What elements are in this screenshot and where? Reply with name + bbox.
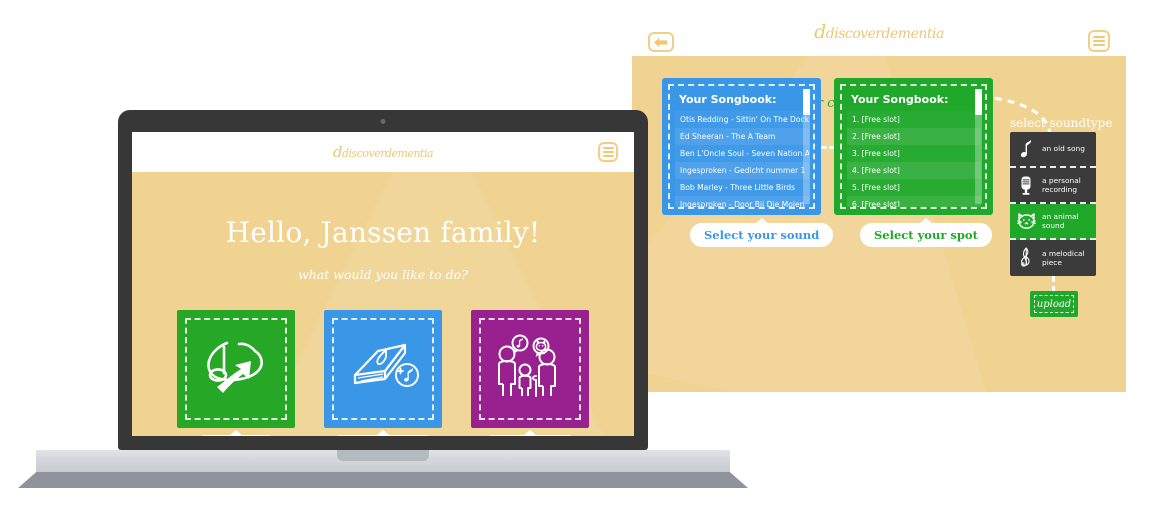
soundtype-option-animal-sound[interactable]: an animal sound xyxy=(1010,204,1096,240)
list-item[interactable]: 6. [Free slot] xyxy=(847,196,981,207)
soundtype-option-label: an animal sound xyxy=(1042,211,1079,230)
cat-face-icon xyxy=(1016,213,1036,229)
card-discover-tile[interactable] xyxy=(471,310,589,428)
spot-panel-title: Your Songbook: xyxy=(851,93,949,106)
select-your-spot-button[interactable]: Select your spot xyxy=(860,223,992,247)
tablet-header: ddiscoverdementia xyxy=(632,8,1126,56)
tablet-logo: ddiscoverdementia xyxy=(814,21,944,43)
card-upload-tile[interactable] xyxy=(177,310,295,428)
soundtype-option-label: a melodical piece xyxy=(1042,248,1085,267)
scene: ddiscoverdementia Uploadto your cushion … xyxy=(0,0,1170,512)
card-discover[interactable]: discover the discoverdementia community xyxy=(471,310,589,436)
upload-button-label: upload xyxy=(1034,295,1074,313)
microphone-icon xyxy=(1016,176,1036,195)
action-cards: upload sounds to your cushion xyxy=(132,310,634,436)
laptop-content: Hello, Janssen family! what would you li… xyxy=(132,172,634,436)
laptop-lid: ddiscoverdementia Hello, Janssen family!… xyxy=(118,110,648,450)
list-item[interactable]: 4. [Free slot] xyxy=(847,162,981,179)
family-community-icon xyxy=(490,334,570,405)
spot-panel-scrollbar[interactable] xyxy=(975,89,982,204)
hamburger-icon[interactable] xyxy=(1088,30,1110,52)
card-songbook-label[interactable]: songbook xyxy=(331,435,435,436)
card-upload[interactable]: upload sounds to your cushion xyxy=(177,310,295,436)
laptop-trackpad-notch xyxy=(337,450,429,461)
scrollbar-thumb[interactable] xyxy=(975,89,982,115)
laptop-screen: ddiscoverdementia Hello, Janssen family!… xyxy=(132,132,634,436)
card-songbook[interactable]: songbook view or expand your collection xyxy=(324,310,442,436)
sound-panel-title: Your Songbook: xyxy=(679,93,777,106)
soundtype-option-label: an old song xyxy=(1042,144,1085,154)
page-title: Hello, Janssen family! xyxy=(225,216,541,249)
list-item[interactable]: 1. [Free slot] xyxy=(847,111,981,128)
spot-selection-panel[interactable]: Your Songbook: 1. [Free slot] 2. [Free s… xyxy=(834,78,993,215)
music-note-upload-icon xyxy=(199,339,273,400)
list-item[interactable]: 3. [Free slot] xyxy=(847,145,981,162)
music-note-icon xyxy=(1016,140,1036,158)
list-item[interactable]: 2. [Free slot] xyxy=(847,128,981,145)
connector-sound-to-spot xyxy=(821,146,835,149)
scrollbar-thumb[interactable] xyxy=(803,89,810,115)
laptop-header: ddiscoverdementia xyxy=(132,132,634,172)
soundtype-option-label: a personal recording xyxy=(1042,175,1081,194)
sound-panel-scrollbar[interactable] xyxy=(803,89,810,204)
card-discover-label[interactable]: discover xyxy=(483,435,577,436)
card-upload-label[interactable]: upload xyxy=(195,435,277,436)
upload-button[interactable]: upload xyxy=(1030,291,1078,317)
list-item[interactable]: 5. [Free slot] xyxy=(847,179,981,196)
laptop-foot xyxy=(18,472,748,488)
treble-clef-icon xyxy=(1016,247,1036,269)
page-subtitle: what would you like to do? xyxy=(298,267,468,282)
soundtype-label: select soundtype xyxy=(1010,116,1113,130)
laptop-base xyxy=(36,450,730,472)
webcam-icon xyxy=(380,119,386,124)
back-arrow-icon[interactable] xyxy=(648,32,674,52)
soundtype-list: an old song a personal recording an anim… xyxy=(1010,132,1096,276)
card-songbook-tile[interactable] xyxy=(324,310,442,428)
spot-panel-inner: Your Songbook: 1. [Free slot] 2. [Free s… xyxy=(840,84,987,209)
hamburger-icon[interactable] xyxy=(598,142,618,162)
soundtype-option-old-song[interactable]: an old song xyxy=(1010,132,1096,168)
connector-soundtype-to-upload xyxy=(1052,276,1055,292)
book-add-note-icon xyxy=(345,337,421,402)
laptop-device: ddiscoverdementia Hello, Janssen family!… xyxy=(18,110,748,500)
soundtype-option-melodical-piece[interactable]: a melodical piece xyxy=(1010,240,1096,276)
soundtype-option-personal-recording[interactable]: a personal recording xyxy=(1010,168,1096,204)
laptop-logo: ddiscoverdementia xyxy=(332,143,434,161)
